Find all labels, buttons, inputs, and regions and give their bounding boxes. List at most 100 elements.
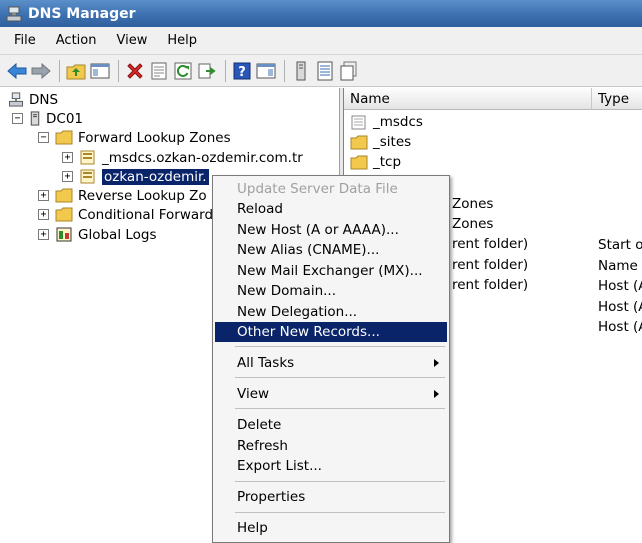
show-hide-console-tree-icon[interactable] xyxy=(89,60,111,82)
tree-label-selected: ozkan-ozdemir. xyxy=(102,168,209,185)
list-item-name: _tcp xyxy=(373,154,402,170)
folder-icon xyxy=(55,130,73,145)
list-item[interactable]: rent folder) xyxy=(452,234,528,254)
toolbar-separator xyxy=(118,59,119,82)
submenu-arrow-icon xyxy=(434,359,439,367)
folder-icon xyxy=(55,188,73,203)
toolbar: ? xyxy=(0,55,642,87)
dns-manager-icon xyxy=(6,6,22,21)
context-menu: Update Server Data File Reload New Host … xyxy=(212,175,450,543)
window-title: DNS Manager xyxy=(28,5,136,22)
column-header-type[interactable]: Type xyxy=(592,88,642,110)
tree-label: Forward Lookup Zones xyxy=(78,129,231,146)
tree-label: Reverse Lookup Zo xyxy=(78,187,207,204)
menu-item-new-mail-exchanger[interactable]: New Mail Exchanger (MX)... xyxy=(215,261,447,281)
menu-item-refresh[interactable]: Refresh xyxy=(215,436,447,456)
list-view-icon[interactable] xyxy=(314,60,336,82)
server-icon xyxy=(30,111,40,126)
tree-item-dns[interactable]: DNS xyxy=(8,90,58,109)
list-item-name: rent folder) xyxy=(452,257,529,273)
menu-item-new-delegation[interactable]: New Delegation... xyxy=(215,302,447,322)
list-item-name: Zones xyxy=(452,216,494,232)
expand-icon[interactable]: + xyxy=(62,171,73,182)
menu-item-other-new-records[interactable]: Other New Records... xyxy=(215,322,447,342)
menu-item-label: View xyxy=(237,386,270,402)
list-item[interactable]: _msdcs xyxy=(350,112,423,132)
refresh-icon[interactable] xyxy=(172,60,194,82)
collapse-icon[interactable]: − xyxy=(12,113,23,124)
list-item[interactable]: Zones xyxy=(452,214,493,234)
list-item-type: Host (A xyxy=(598,319,642,335)
menu-bar: File Action View Help xyxy=(0,27,642,55)
menu-separator xyxy=(235,512,445,513)
menu-item-new-host[interactable]: New Host (A or AAAA)... xyxy=(215,220,447,240)
expand-icon[interactable]: + xyxy=(62,152,73,163)
expand-icon[interactable]: + xyxy=(38,190,49,201)
menu-view[interactable]: View xyxy=(106,33,157,48)
menu-separator xyxy=(235,377,445,378)
tree-label: Global Logs xyxy=(78,226,157,243)
menu-item-properties[interactable]: Properties xyxy=(215,487,447,507)
list-item[interactable]: rent folder) xyxy=(452,275,528,295)
list-item[interactable]: _tcp xyxy=(350,152,401,172)
dns-icon xyxy=(8,92,24,107)
toolbar-separator xyxy=(284,59,285,82)
zone-icon xyxy=(80,169,95,184)
show-hide-action-pane-icon[interactable] xyxy=(255,60,277,82)
column-header-name[interactable]: Name xyxy=(344,88,592,110)
folder-icon xyxy=(350,135,368,149)
tree-item-reverse-lookup-zones[interactable]: + Reverse Lookup Zo xyxy=(38,186,207,205)
tree-item-server[interactable]: − DC01 xyxy=(12,109,83,128)
list-item-name: Zones xyxy=(452,196,494,212)
tree-item-forward-lookup-zones[interactable]: − Forward Lookup Zones xyxy=(38,128,231,147)
list-item[interactable]: rent folder) xyxy=(452,255,528,275)
menu-action[interactable]: Action xyxy=(46,33,107,48)
list-item-name: rent folder) xyxy=(452,236,529,252)
menu-item-help[interactable]: Help xyxy=(215,518,447,538)
menu-item-export-list[interactable]: Export List... xyxy=(215,456,447,476)
list-item-name: _sites xyxy=(373,134,412,150)
server-icon[interactable] xyxy=(290,60,312,82)
tree-label: _msdcs.ozkan-ozdemir.com.tr xyxy=(102,149,303,166)
menu-item-reload[interactable]: Reload xyxy=(215,199,447,219)
menu-item-all-tasks[interactable]: All Tasks xyxy=(215,353,447,373)
back-arrow-icon[interactable] xyxy=(6,60,28,82)
toolbar-separator xyxy=(59,59,60,82)
list-item-type: Host (A xyxy=(598,278,642,294)
tree-label: DNS xyxy=(29,91,59,108)
up-folder-icon[interactable] xyxy=(65,60,87,82)
properties-icon[interactable] xyxy=(148,60,170,82)
list-item-type: Start o xyxy=(598,237,642,253)
tree-item-zone-selected[interactable]: + ozkan-ozdemir. xyxy=(62,167,209,186)
menu-help[interactable]: Help xyxy=(157,33,207,48)
menu-item-update-server-data-file: Update Server Data File xyxy=(237,181,398,197)
copy-icon[interactable] xyxy=(338,60,360,82)
forward-arrow-icon[interactable] xyxy=(30,60,52,82)
menu-item-label: All Tasks xyxy=(237,355,295,371)
delete-icon[interactable] xyxy=(124,60,146,82)
tree-item-conditional-forwarders[interactable]: + Conditional Forward xyxy=(38,205,213,224)
tree-item-global-logs[interactable]: + Global Logs xyxy=(38,225,157,244)
folder-icon xyxy=(55,207,73,222)
folder-icon xyxy=(350,155,368,169)
event-log-icon xyxy=(56,227,72,242)
tree-label: Conditional Forward xyxy=(78,206,214,223)
export-list-icon[interactable] xyxy=(196,60,218,82)
menu-item-new-alias[interactable]: New Alias (CNAME)... xyxy=(215,240,447,260)
list-item[interactable]: Zones xyxy=(452,194,493,214)
svg-text:?: ? xyxy=(238,65,246,80)
zone-icon xyxy=(351,115,366,129)
collapse-icon[interactable]: − xyxy=(38,132,49,143)
menu-item-delete[interactable]: Delete xyxy=(215,415,447,435)
menu-file[interactable]: File xyxy=(4,33,46,48)
menu-item-new-domain[interactable]: New Domain... xyxy=(215,281,447,301)
list-item[interactable]: _sites xyxy=(350,132,411,152)
tree-label: DC01 xyxy=(46,110,83,127)
menu-separator xyxy=(235,346,445,347)
tree-item-zone-msdcs[interactable]: + _msdcs.ozkan-ozdemir.com.tr xyxy=(62,148,303,167)
menu-separator xyxy=(235,481,445,482)
expand-icon[interactable]: + xyxy=(38,209,49,220)
expand-icon[interactable]: + xyxy=(38,229,49,240)
menu-item-view[interactable]: View xyxy=(215,384,447,404)
help-icon[interactable]: ? xyxy=(231,60,253,82)
